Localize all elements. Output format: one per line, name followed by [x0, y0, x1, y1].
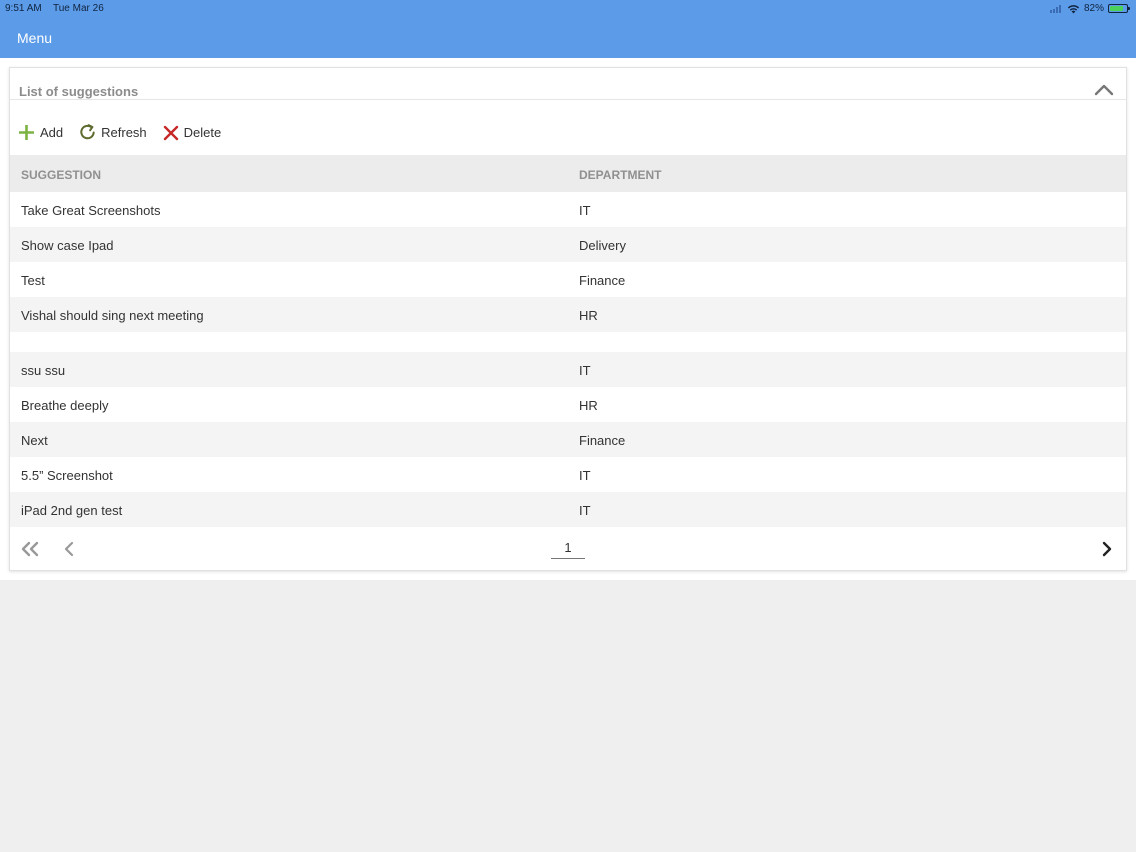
table-row[interactable]: Show case Ipad Delivery [10, 227, 1126, 262]
battery-percent: 82% [1083, 3, 1104, 14]
double-chevron-left-icon[interactable] [19, 541, 41, 557]
department-cell: IT [579, 363, 591, 378]
suggestions-panel: List of suggestions Add Refresh Delete S… [9, 67, 1127, 571]
wifi-icon [1067, 4, 1080, 13]
table-header: SUGGESTION DEPARTMENT [10, 155, 1126, 192]
table-row[interactable]: 5.5” Screenshot IT [10, 457, 1126, 492]
suggestion-cell: Show case Ipad [21, 238, 114, 253]
suggestion-cell: ssu ssu [21, 363, 66, 378]
table-row[interactable]: Breathe deeply HR [10, 387, 1126, 422]
department-cell: Finance [579, 433, 626, 448]
chevron-right-icon[interactable] [1100, 541, 1114, 557]
department-cell: IT [579, 468, 591, 483]
status-time: 9:51 AM [5, 3, 42, 14]
suggestion-cell: Vishal should sing next meeting [21, 308, 204, 323]
suggestion-cell: Test [21, 273, 45, 288]
department-cell: IT [579, 503, 591, 518]
delete-label: Delete [183, 125, 222, 140]
suggestion-cell: Breathe deeply [21, 398, 109, 413]
department-cell: Finance [579, 273, 626, 288]
menu-button[interactable]: Menu [17, 30, 52, 46]
suggestion-cell: Take Great Screenshots [21, 203, 161, 218]
status-date: Tue Mar 26 [53, 3, 104, 14]
department-cell: Delivery [579, 238, 626, 253]
table-row[interactable]: Vishal should sing next meeting HR [10, 297, 1126, 332]
column-header-department[interactable]: DEPARTMENT [579, 168, 661, 182]
plus-icon [19, 125, 34, 140]
refresh-icon [80, 124, 95, 140]
table-row[interactable] [10, 332, 1126, 352]
add-label: Add [40, 125, 64, 140]
table-row[interactable]: ssu ssu IT [10, 352, 1126, 387]
suggestion-cell: 5.5” Screenshot [21, 468, 113, 483]
chevron-left-icon[interactable] [62, 541, 76, 557]
column-header-suggestion[interactable]: SUGGESTION [21, 168, 101, 182]
department-cell: HR [579, 308, 598, 323]
department-cell: IT [579, 203, 591, 218]
delete-button[interactable]: Delete [163, 125, 222, 141]
status-indicators: 82% [1049, 3, 1130, 14]
battery-charging-icon [1108, 4, 1130, 13]
table-row[interactable]: Test Finance [10, 262, 1126, 297]
table-body: Take Great Screenshots IT Show case Ipad… [10, 192, 1126, 527]
refresh-button[interactable]: Refresh [79, 124, 147, 141]
close-icon [163, 125, 178, 140]
status-bar: 9:51 AM Tue Mar 26 82% [0, 0, 1136, 18]
table-row[interactable]: Next Finance [10, 422, 1126, 457]
panel-title: List of suggestions [19, 84, 139, 99]
refresh-label: Refresh [101, 125, 147, 140]
suggestion-cell: iPad 2nd gen test [21, 503, 123, 518]
toolbar: Add Refresh Delete [18, 124, 221, 141]
add-button[interactable]: Add [18, 124, 63, 141]
department-cell: HR [579, 398, 598, 413]
table-row[interactable]: iPad 2nd gen test IT [10, 492, 1126, 527]
table-row[interactable]: Take Great Screenshots IT [10, 192, 1126, 227]
chevron-up-icon[interactable] [1094, 83, 1114, 97]
pager: 1 [10, 528, 1126, 570]
suggestion-cell: Next [21, 433, 48, 448]
panel-header: List of suggestions [10, 68, 1126, 100]
page-number-input[interactable]: 1 [551, 540, 585, 559]
cellular-icon [1049, 4, 1061, 13]
